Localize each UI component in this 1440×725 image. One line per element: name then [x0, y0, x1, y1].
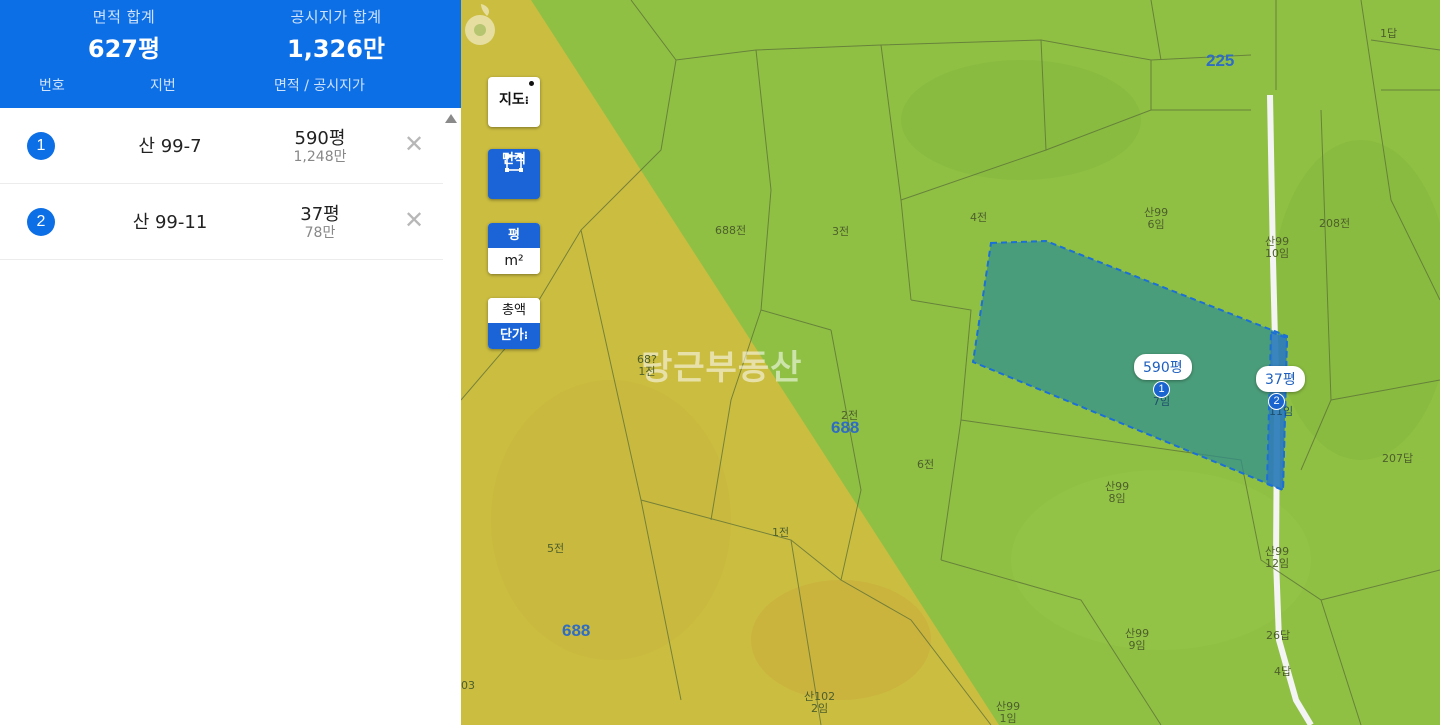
parcel-label: 산102 2임	[804, 690, 836, 715]
area-callout-1: 590평	[1134, 354, 1192, 380]
area-measure-icon	[505, 154, 523, 172]
unit-pyeong-option[interactable]: 평	[488, 223, 540, 248]
area-measure-button[interactable]: 면적	[488, 149, 540, 199]
scroll-up-arrow-icon[interactable]	[445, 114, 457, 123]
parcel-label: 688전	[715, 224, 747, 237]
parcel-price: 1,248만	[293, 149, 347, 165]
unit-toggle[interactable]: 평 m²	[488, 223, 540, 274]
summary-header: 면적 합계 627평 공시지가 합계 1,326만 번호 지번 면적 / 공시지…	[0, 0, 461, 108]
price-mode-toggle[interactable]: 총액 단가⁝	[488, 298, 540, 349]
parcel-label: 산99 9임	[1125, 627, 1150, 652]
parcel-label: 68? 1전	[637, 353, 657, 378]
parcel-marker-1[interactable]: 1	[1153, 381, 1170, 398]
map-type-label: 지도	[499, 92, 525, 108]
delete-parcel-button[interactable]: ✕	[402, 206, 426, 234]
area-total-value: 627평	[87, 35, 161, 63]
more-options-icon: ⁝	[524, 94, 529, 107]
parcel-row[interactable]: 1 산 99-7 590평 1,248만 ✕	[0, 108, 443, 184]
parcel-list: 1 산 99-7 590평 1,248만 ✕ 2 산 99-11 37평 78만…	[0, 108, 443, 260]
parcel-row[interactable]: 2 산 99-11 37평 78만 ✕	[0, 184, 443, 260]
unit-price-option[interactable]: 단가⁝	[488, 323, 540, 349]
parcel-label: 2전	[841, 409, 859, 422]
parcel-label: 03	[461, 679, 475, 692]
parcel-label: 26답	[1266, 629, 1291, 642]
total-price-option[interactable]: 총액	[488, 298, 540, 323]
column-header-lot: 지번	[150, 78, 176, 94]
parcel-label: 207답	[1382, 452, 1414, 465]
parcel-number-badge: 2	[27, 208, 55, 236]
area-callout-2: 37평	[1256, 366, 1305, 392]
parcel-label: 3전	[832, 225, 850, 238]
map-canvas	[461, 0, 1440, 725]
price-total-label: 공시지가 합계	[290, 8, 382, 26]
parcel-label: 산99 8임	[1105, 480, 1130, 505]
zone-number-label: 225	[1206, 51, 1235, 70]
parcel-lot-number: 산 99-7	[138, 136, 202, 157]
area-total: 면적 합계 627평	[64, 6, 184, 64]
parcel-label: 5전	[547, 542, 565, 555]
parcel-label: 6전	[917, 458, 935, 471]
parcel-label: 산99 6임	[1144, 206, 1169, 231]
parcel-label: 4전	[970, 211, 988, 224]
watermark-text: 당근부동산	[641, 348, 803, 388]
area-total-label: 면적 합계	[92, 8, 156, 26]
unit-m2-option[interactable]: m²	[488, 248, 540, 274]
zone-number-label: 688	[562, 621, 591, 640]
unit-price-label: 단가	[499, 328, 524, 343]
more-options-icon: ⁝	[523, 329, 529, 342]
list-scrollbar[interactable]	[443, 108, 461, 725]
parcel-label: 1전	[772, 526, 790, 539]
parcel-label: 4답	[1274, 665, 1292, 678]
parcel-number-badge: 1	[27, 132, 55, 160]
watermark-carrot-icon	[465, 4, 495, 45]
parcel-price: 78만	[304, 225, 336, 241]
parcel-label: 산99 1임	[996, 700, 1021, 725]
delete-parcel-button[interactable]: ✕	[402, 130, 426, 158]
column-header-area-price: 면적 / 공시지가	[274, 78, 365, 94]
price-total-value: 1,326만	[287, 35, 385, 63]
map-view[interactable]: 당근부동산 225 688 688 1답 688전 3전 4전 산99 6임 산…	[461, 0, 1440, 725]
parcel-label: 산99 12임	[1265, 545, 1290, 570]
parcel-label: 1답	[1380, 27, 1398, 40]
map-type-indicator-icon	[529, 81, 534, 86]
column-header-number: 번호	[39, 78, 65, 94]
price-total: 공시지가 합계 1,326만	[256, 6, 416, 64]
parcel-label: 산99 10임	[1265, 235, 1290, 260]
parcel-list-panel: 면적 합계 627평 공시지가 합계 1,326만 번호 지번 면적 / 공시지…	[0, 0, 461, 725]
parcel-label: 208전	[1319, 217, 1351, 230]
map-type-button[interactable]: 지도⁝	[488, 77, 540, 127]
parcel-marker-2[interactable]: 2	[1268, 393, 1285, 410]
parcel-lot-number: 산 99-11	[132, 212, 208, 233]
